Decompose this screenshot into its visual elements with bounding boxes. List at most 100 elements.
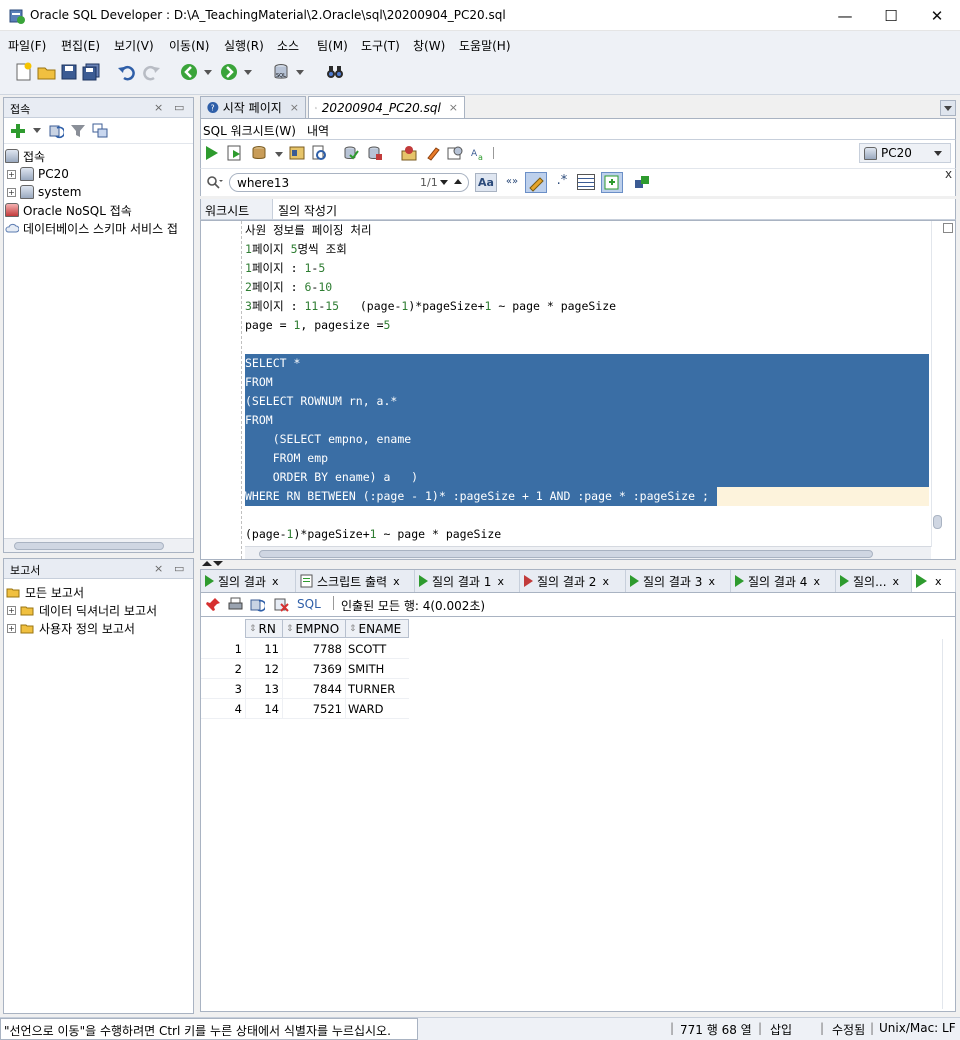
cell-rn[interactable]: 12	[245, 659, 282, 679]
redo-icon[interactable]	[140, 61, 162, 83]
chevron-down-icon[interactable]	[934, 151, 942, 156]
tab-close-icon[interactable]: ×	[449, 101, 458, 114]
tab-list-dropdown-icon[interactable]	[940, 100, 956, 116]
schema-browser-icon[interactable]	[92, 123, 108, 139]
result-tab-query-result-4[interactable]: 질의 결과 4 x	[731, 570, 836, 592]
result-tab-query-result[interactable]: 질의 결과 x	[201, 570, 296, 592]
match-case-icon[interactable]: Aa	[475, 173, 497, 192]
clear-icon[interactable]	[425, 145, 441, 161]
cell-ename[interactable]: WARD	[345, 699, 409, 719]
code-line[interactable]: ORDER BY ename) a )	[245, 468, 929, 487]
code-line[interactable]: (SELECT ROWNUM rn, a.*	[245, 392, 929, 411]
column-header-empno[interactable]: ⇕ EMPNO	[282, 619, 346, 638]
sql-button[interactable]: SQL	[297, 597, 321, 611]
row-number[interactable]: 4	[201, 699, 245, 719]
add-connection-dropdown-icon[interactable]	[33, 128, 41, 133]
result-tab-script-output[interactable]: 스크립트 출력 x	[296, 570, 415, 592]
expand-icon[interactable]: +	[7, 623, 16, 633]
code-line[interactable]: 3페이지 : 11-15 (page-1)*pageSize+1 ~ page …	[245, 297, 929, 316]
add-connection-icon[interactable]	[10, 123, 26, 139]
code-line[interactable]: (SELECT empno, ename	[245, 430, 929, 449]
tree-item-nosql[interactable]: Oracle NoSQL 접속	[5, 201, 132, 219]
back-dropdown-icon[interactable]	[204, 70, 212, 75]
close-find-bar-icon[interactable]: x	[945, 167, 952, 181]
splitter-up-icon[interactable]	[202, 561, 212, 566]
code-line[interactable]: 2페이지 : 6-10	[245, 278, 929, 297]
rollback-icon[interactable]	[367, 145, 383, 161]
regex-toggle-icon[interactable]	[525, 172, 547, 193]
maximize-button[interactable]: ☐	[868, 0, 914, 31]
result-tab-query-ellipsis[interactable]: 질의... x	[836, 570, 912, 592]
filter-icon[interactable]	[70, 123, 86, 139]
column-header-rn[interactable]: ⇕ RN	[245, 619, 283, 638]
menu-navigate[interactable]: 이동(N)	[169, 37, 209, 54]
tab-close-icon[interactable]: ×	[290, 101, 299, 114]
pin-icon[interactable]	[206, 597, 221, 612]
code-line[interactable]: FROM emp	[245, 449, 929, 468]
connections-scroll-thumb[interactable]	[14, 542, 164, 550]
subtab-sql-worksheet[interactable]: SQL 워크시트(W)	[203, 122, 296, 139]
code-line[interactable]: 1페이지 5명씩 조회	[245, 240, 929, 259]
subtab-history[interactable]: 내역	[307, 122, 329, 139]
autotrace-icon[interactable]	[251, 145, 267, 161]
refresh-connections-icon[interactable]	[48, 123, 64, 139]
close-button[interactable]: ✕	[914, 0, 960, 31]
replace-icon[interactable]	[633, 174, 651, 192]
code-line[interactable]	[245, 335, 929, 354]
tab-sql-file[interactable]: 20200904_PC20.sql ×	[308, 96, 465, 118]
menu-run[interactable]: 실행(R)	[224, 37, 264, 54]
search-prev-icon[interactable]	[454, 179, 462, 184]
connections-close-icon[interactable]: ×	[154, 101, 163, 114]
result-tab-active[interactable]: x	[912, 570, 956, 592]
tab-close-icon[interactable]: x	[393, 575, 400, 588]
code-line[interactable]: (page-1)*pageSize+1 ~ page * pageSize	[245, 525, 929, 544]
code-line[interactable]: FROM	[245, 373, 929, 392]
cell-empno[interactable]: 7788	[282, 639, 345, 659]
column-header-ename[interactable]: ⇕ ENAME	[345, 619, 409, 638]
tree-connections-root[interactable]: 접속	[5, 147, 45, 165]
tab-close-icon[interactable]: x	[497, 575, 504, 588]
forward-dropdown-icon[interactable]	[244, 70, 252, 75]
cell-ename[interactable]: SMITH	[345, 659, 409, 679]
code-line[interactable]: 사원 정보를 페이징 처리	[245, 221, 929, 240]
reports-close-icon[interactable]: ×	[154, 562, 163, 575]
cancel-query-icon[interactable]	[274, 597, 289, 612]
sql-icon[interactable]: SQL	[270, 61, 292, 83]
cell-rn[interactable]: 13	[245, 679, 282, 699]
menu-source[interactable]: 소스	[277, 37, 299, 54]
expand-icon[interactable]: +	[7, 605, 16, 615]
code-line[interactable]: 1페이지 : 1-5	[245, 259, 929, 278]
sql-dropdown-icon[interactable]	[296, 70, 304, 75]
run-statement-icon[interactable]	[206, 146, 218, 160]
tree-item-system[interactable]: + system	[7, 183, 81, 201]
explain-plan-icon[interactable]	[289, 145, 305, 161]
row-number[interactable]: 3	[201, 679, 245, 699]
row-number[interactable]: 1	[201, 639, 245, 659]
sql-history-icon[interactable]	[401, 145, 417, 161]
menu-window[interactable]: 창(W)	[413, 37, 445, 54]
cell-empno[interactable]: 7844	[282, 679, 345, 699]
search-next-icon[interactable]	[440, 180, 448, 185]
cell-ename[interactable]: SCOTT	[345, 639, 409, 659]
commit-icon[interactable]	[343, 145, 359, 161]
cell-rn[interactable]: 11	[245, 639, 282, 659]
code-line[interactable]	[245, 506, 929, 525]
menu-edit[interactable]: 편집(E)	[61, 37, 100, 54]
sql-code-editor[interactable]: 사원 정보를 페이징 처리 1페이지 5명씩 조회 1페이지 : 1-5 2페이지 :…	[200, 220, 956, 560]
tab-worksheet[interactable]: 워크시트	[201, 199, 273, 219]
refresh-icon[interactable]	[250, 597, 265, 612]
cell-rn[interactable]: 14	[245, 699, 282, 719]
wrap-search-icon[interactable]	[601, 172, 623, 193]
run-dropdown-icon[interactable]	[275, 152, 283, 157]
grid-vscrollbar[interactable]	[942, 639, 954, 1009]
search-input[interactable]: where13 1/1	[229, 173, 469, 192]
result-tab-query-result-3[interactable]: 질의 결과 3 x	[626, 570, 731, 592]
code-line[interactable]: SELECT *	[245, 354, 929, 373]
editor-vscrollbar[interactable]	[931, 221, 942, 547]
tree-item-all-reports[interactable]: 모든 보고서	[6, 583, 84, 601]
menu-tools[interactable]: 도구(T)	[361, 37, 400, 54]
sql-tuning-icon[interactable]	[311, 145, 327, 161]
code-line[interactable]: FROM	[245, 411, 929, 430]
tree-item-user-defined-reports[interactable]: + 사용자 정의 보고서	[7, 619, 135, 637]
unshared-worksheet-icon[interactable]	[447, 145, 463, 161]
